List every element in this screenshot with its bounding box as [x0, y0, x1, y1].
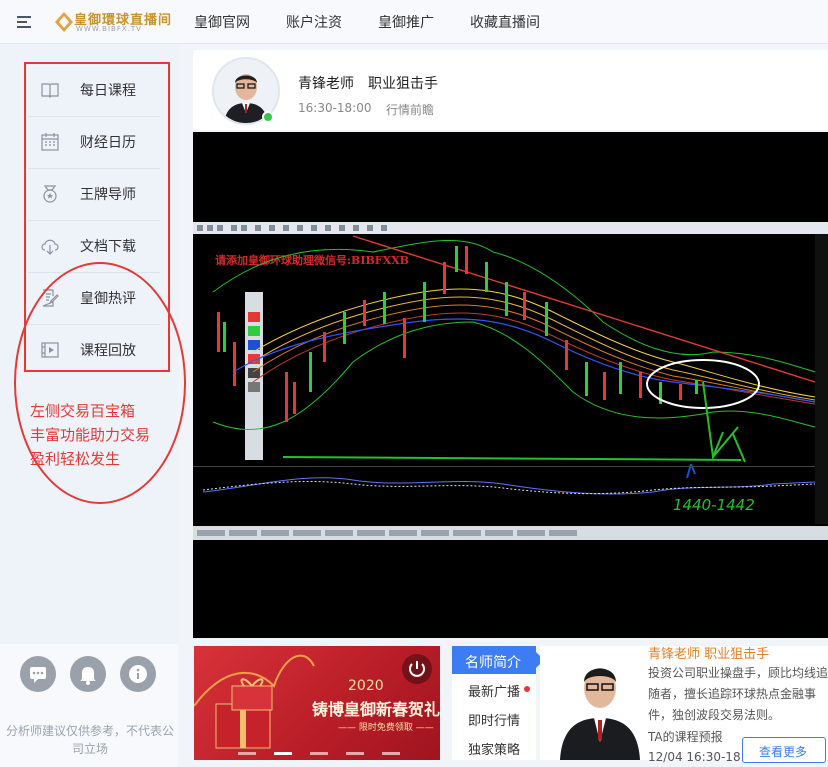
notification-button[interactable]	[70, 656, 106, 692]
banner-power-button[interactable]	[402, 654, 432, 684]
tab-label: 独家策略	[468, 743, 521, 758]
view-more-button[interactable]: 查看更多	[742, 737, 826, 763]
disclaimer-text: 分析师建议仅供参考，不代表公司立场	[5, 724, 174, 756]
nav-bookmark-room[interactable]: 收藏直播间	[470, 12, 540, 32]
course-category: 行情前瞻	[386, 103, 435, 117]
course-time: 16:30-18:00	[298, 101, 372, 115]
tab-label: 名师简介	[465, 655, 521, 671]
nav-account-deposit[interactable]: 账户注资	[286, 12, 342, 32]
info-button[interactable]	[120, 656, 156, 692]
course-preview-label: TA的课程预报	[648, 730, 723, 744]
info-icon	[129, 665, 147, 683]
teacher-header-card	[193, 50, 828, 130]
tab-exclusive-strategy[interactable]: 独家策略	[452, 733, 536, 761]
handwritten-note: 1440-1442	[673, 496, 755, 514]
tab-label: 最新广播	[468, 685, 521, 700]
power-icon	[409, 661, 425, 677]
banner-year: 2020	[348, 678, 384, 694]
banner-title: 铸博皇御新春贺礼	[312, 700, 440, 719]
tab-teacher-intro[interactable]: 名师简介	[452, 646, 536, 674]
tab-label: 即时行情	[468, 714, 521, 729]
annotation-line-1: 左侧交易百宝箱	[30, 402, 136, 420]
banner-subtitle: —— 限时免费领取 ——	[338, 723, 434, 733]
nav-official-site[interactable]: 皇御官网	[194, 12, 250, 32]
unread-dot	[524, 686, 530, 692]
teacher-name: 青锋老师 职业狙击手	[298, 76, 438, 92]
chat-icon	[30, 667, 46, 683]
online-status-dot	[262, 111, 274, 123]
intro-description: 投资公司职业操盘手，顾比均线追随者，擅长追踪环球热点金融事件，独创波段交易法则。	[648, 666, 828, 722]
view-more-label: 查看更多	[759, 745, 808, 759]
brand-url: WWW.BIBFX.TV	[76, 25, 142, 33]
nav-promotion[interactable]: 皇御推广	[378, 12, 434, 32]
menu-toggle-icon[interactable]	[14, 12, 34, 32]
stream-chart-frame: 请添加皇御环球助理微信号:BIBFXXB 1440-1442	[193, 222, 828, 540]
annotation-line-2: 丰富功能助力交易	[30, 426, 151, 444]
annotation-line-3: 盈利轻松发生	[30, 450, 121, 468]
stream-watermark: 请添加皇御环球助理微信号:BIBFXXB	[215, 253, 409, 267]
logo-diamond-icon	[55, 12, 73, 32]
chat-button[interactable]	[20, 656, 56, 692]
intro-teacher-name: 青锋老师 职业狙击手	[648, 647, 770, 662]
tab-live-quotes[interactable]: 即时行情	[452, 704, 536, 732]
teacher-photo	[560, 668, 640, 760]
bell-icon	[80, 667, 96, 685]
